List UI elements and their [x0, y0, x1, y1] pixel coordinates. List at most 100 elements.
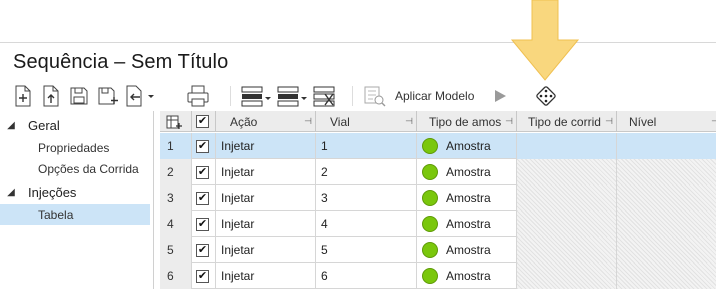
- action-cell[interactable]: Injetar: [216, 159, 316, 185]
- action-cell[interactable]: Injetar: [216, 185, 316, 211]
- table-row[interactable]: 6 ✔ Injetar 6 Amostra: [160, 263, 716, 289]
- expanded-triangle-icon[interactable]: ◢: [0, 187, 22, 198]
- row-checkbox[interactable]: ✔: [192, 185, 216, 211]
- apply-model-icon[interactable]: [362, 83, 388, 109]
- run-type-cell[interactable]: [517, 185, 617, 211]
- table-row[interactable]: 4 ✔ Injetar 4 Amostra: [160, 211, 716, 237]
- level-cell[interactable]: [617, 263, 716, 289]
- play-icon[interactable]: [487, 83, 513, 109]
- pin-icon[interactable]: ⊣: [304, 116, 312, 127]
- status-dot-icon: [422, 138, 438, 154]
- table-row[interactable]: 2 ✔ Injetar 2 Amostra: [160, 159, 716, 185]
- pin-icon[interactable]: ⊣: [405, 116, 413, 127]
- select-all-checkbox[interactable]: ✔: [192, 111, 216, 132]
- sample-type-cell[interactable]: Amostra: [417, 237, 517, 263]
- table-header: ✔ Ação ⊣ Vial ⊣ Tipo de amos ⊣ Tipo de corr…: [160, 111, 716, 132]
- nav-group-injecoes[interactable]: ◢ Injeções: [0, 181, 154, 203]
- upload-icon[interactable]: [38, 83, 64, 109]
- toolbar: Aplicar Modelo: [0, 82, 716, 110]
- delete-row-icon[interactable]: [311, 83, 337, 109]
- vial-cell[interactable]: 2: [316, 159, 417, 185]
- row-number[interactable]: 3: [160, 185, 192, 211]
- action-cell[interactable]: Injetar: [216, 133, 316, 159]
- pin-icon[interactable]: ⊣: [505, 116, 513, 127]
- status-dot-icon: [422, 268, 438, 284]
- run-type-cell[interactable]: [517, 133, 617, 159]
- sample-type-label: Amostra: [446, 243, 491, 257]
- run-type-cell[interactable]: [517, 263, 617, 289]
- row-checkbox[interactable]: ✔: [192, 159, 216, 185]
- save-as-icon[interactable]: [95, 83, 121, 109]
- level-cell[interactable]: [617, 133, 716, 159]
- run-type-cell[interactable]: [517, 159, 617, 185]
- sidebar-item-propriedades[interactable]: Propriedades: [0, 137, 150, 158]
- row-number[interactable]: 1: [160, 133, 192, 159]
- action-cell[interactable]: Injetar: [216, 211, 316, 237]
- sample-type-cell[interactable]: Amostra: [417, 159, 517, 185]
- column-label: Tipo de corrid: [528, 114, 601, 129]
- status-dot-icon: [422, 242, 438, 258]
- sidebar-item-opcoes-corrida[interactable]: Opções da Corrida: [0, 158, 150, 179]
- sample-type-cell[interactable]: Amostra: [417, 211, 517, 237]
- sample-type-cell[interactable]: Amostra: [417, 263, 517, 289]
- table-row[interactable]: 5 ✔ Injetar 5 Amostra: [160, 237, 716, 263]
- add-column-icon[interactable]: [160, 111, 192, 132]
- level-cell[interactable]: [617, 237, 716, 263]
- column-nivel[interactable]: Nível ⊣: [617, 111, 716, 132]
- sample-type-label: Amostra: [446, 139, 491, 153]
- print-icon[interactable]: [185, 83, 211, 109]
- column-label: Tipo de amos: [429, 114, 502, 129]
- sample-type-cell[interactable]: Amostra: [417, 185, 517, 211]
- sample-type-label: Amostra: [446, 191, 491, 205]
- expanded-triangle-icon[interactable]: ◢: [0, 120, 22, 131]
- table-row[interactable]: 3 ✔ Injetar 3 Amostra: [160, 185, 716, 211]
- column-label: Nível: [629, 114, 657, 129]
- vial-cell[interactable]: 3: [316, 185, 417, 211]
- level-cell[interactable]: [617, 159, 716, 185]
- nav-group-geral[interactable]: ◢ Geral: [0, 114, 154, 136]
- vial-cell[interactable]: 1: [316, 133, 417, 159]
- dice-icon[interactable]: [533, 83, 559, 109]
- table-row[interactable]: 1 ✔ Injetar 1 Amostra: [160, 133, 716, 159]
- sidebar-item-tabela[interactable]: Tabela: [0, 204, 150, 225]
- row-checkbox[interactable]: ✔: [192, 211, 216, 237]
- sample-type-cell[interactable]: Amostra: [417, 133, 517, 159]
- row-checkbox[interactable]: ✔: [192, 237, 216, 263]
- level-cell[interactable]: [617, 211, 716, 237]
- status-dot-icon: [422, 190, 438, 206]
- apply-model-label[interactable]: Aplicar Modelo: [395, 89, 474, 103]
- row-checkbox[interactable]: ✔: [192, 133, 216, 159]
- action-cell[interactable]: Injetar: [216, 263, 316, 289]
- nav-group-label: Geral: [28, 117, 60, 133]
- column-vial[interactable]: Vial ⊣: [316, 111, 417, 132]
- vial-cell[interactable]: 6: [316, 263, 417, 289]
- save-icon[interactable]: [66, 83, 92, 109]
- injection-table: ✔ Ação ⊣ Vial ⊣ Tipo de amos ⊣ Tipo de corr…: [160, 111, 716, 289]
- column-tipo-amostra[interactable]: Tipo de amos ⊣: [417, 111, 517, 132]
- pin-icon[interactable]: ⊣: [711, 116, 716, 127]
- run-type-cell[interactable]: [517, 237, 617, 263]
- callout-arrow: [510, 0, 580, 81]
- insert-row-icon[interactable]: [240, 83, 274, 109]
- window-top-strip: [0, 0, 716, 43]
- vial-cell[interactable]: 5: [316, 237, 417, 263]
- level-cell[interactable]: [617, 185, 716, 211]
- pin-icon[interactable]: ⊣: [605, 116, 613, 127]
- row-number[interactable]: 2: [160, 159, 192, 185]
- sample-type-label: Amostra: [446, 269, 491, 283]
- row-checkbox[interactable]: ✔: [192, 263, 216, 289]
- column-tipo-corrida[interactable]: Tipo de corrid ⊣: [517, 111, 617, 132]
- new-icon[interactable]: [10, 83, 36, 109]
- column-acao[interactable]: Ação ⊣: [216, 111, 316, 132]
- status-dot-icon: [422, 216, 438, 232]
- column-label: Ação: [230, 114, 258, 129]
- sample-type-label: Amostra: [446, 165, 491, 179]
- import-icon[interactable]: [124, 83, 156, 109]
- vial-cell[interactable]: 4: [316, 211, 417, 237]
- action-cell[interactable]: Injetar: [216, 237, 316, 263]
- move-row-icon[interactable]: [276, 83, 310, 109]
- run-type-cell[interactable]: [517, 211, 617, 237]
- row-number[interactable]: 6: [160, 263, 192, 289]
- row-number[interactable]: 5: [160, 237, 192, 263]
- row-number[interactable]: 4: [160, 211, 192, 237]
